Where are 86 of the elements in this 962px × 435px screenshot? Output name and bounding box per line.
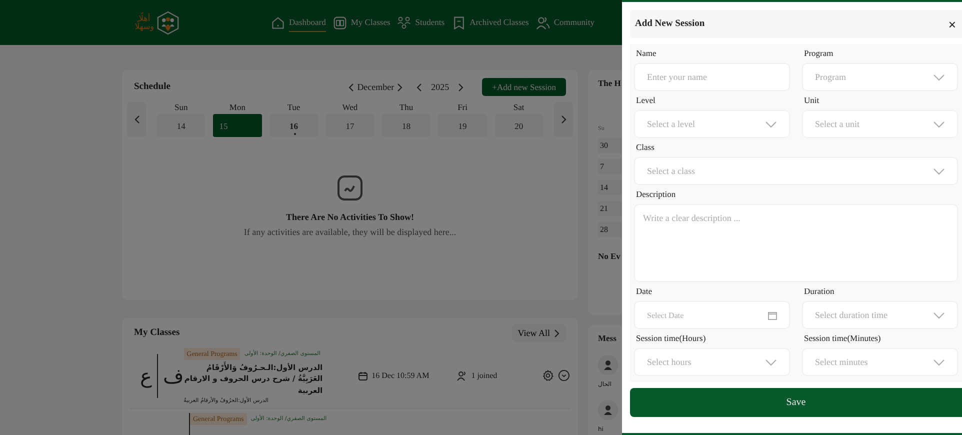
weekday-label: Sun <box>174 102 188 112</box>
expand-icon[interactable] <box>558 368 570 384</box>
chevron-right-icon[interactable] <box>397 82 404 92</box>
empty-state-text: If any activities are available, they will be displayed here... <box>244 227 456 237</box>
book-icon <box>332 16 347 30</box>
dropdown-field[interactable]: Select hours <box>634 348 790 376</box>
nav-tab[interactable]: Students <box>397 13 445 32</box>
settings-icon[interactable] <box>542 368 554 384</box>
chevron-down-icon <box>765 120 777 128</box>
nav-tab[interactable]: My Classes <box>332 13 390 32</box>
day-button[interactable]: 16 <box>270 114 318 137</box>
chevron-left-icon[interactable] <box>348 82 354 92</box>
joined-count: 1 joined <box>471 371 498 380</box>
day-button[interactable]: 19 <box>438 114 487 137</box>
chevron-right-icon <box>560 115 566 124</box>
class-letter: ع <box>140 364 152 388</box>
description-field[interactable]: Write a clear description ... <box>634 204 958 282</box>
people-icon <box>397 16 412 30</box>
users-icon <box>536 16 550 30</box>
chevron-right-icon <box>554 328 560 338</box>
field-label: Name <box>635 48 658 58</box>
logo-icon <box>157 10 180 34</box>
day-button[interactable]: 14 <box>157 114 206 137</box>
day-button[interactable]: 18 <box>382 114 430 137</box>
empty-state-title: There Are No Activities To Show! <box>286 212 414 222</box>
home-icon <box>271 16 286 30</box>
class-letter: ف <box>162 364 184 388</box>
field-label: Duration <box>803 286 836 296</box>
class-date: 16 Dec 10:59 AM <box>372 371 430 380</box>
weekday-label: Wed <box>342 102 358 112</box>
chevron-left-icon <box>134 115 140 124</box>
chevron-right-icon[interactable] <box>458 82 464 92</box>
weekday-label: Fri <box>458 102 468 112</box>
chevron-down-icon <box>933 168 945 174</box>
date-field[interactable]: Select Date <box>634 301 790 329</box>
avatar-icon <box>598 400 618 420</box>
weekday-label: Mon <box>229 102 246 112</box>
save-button[interactable]: Save <box>630 388 962 417</box>
text-field[interactable]: Enter your name <box>634 63 790 91</box>
users-icon <box>457 370 468 381</box>
chevron-down-icon <box>765 358 777 366</box>
drawer-title: Add New Session <box>635 19 705 29</box>
dropdown-field[interactable]: Program <box>802 63 958 91</box>
field-label: Session time(Hours) <box>635 333 707 343</box>
dropdown-field[interactable]: Select minutes <box>802 348 958 376</box>
nav-tab[interactable]: Community <box>536 13 594 32</box>
nav-tab[interactable]: Dashboard <box>271 13 326 32</box>
logo-text: أهلًا وسهلًا <box>135 14 154 30</box>
dropdown-field[interactable]: Select duration time <box>802 301 958 329</box>
chevron-down-icon <box>933 120 945 128</box>
calendar-icon <box>768 310 777 320</box>
field-label: Description <box>635 189 677 199</box>
chevron-down-icon <box>933 74 945 80</box>
dropdown-field[interactable]: Select a class <box>634 157 958 185</box>
chevron-left-icon[interactable] <box>416 82 422 92</box>
chevron-down-icon <box>933 312 945 318</box>
add-session-button[interactable]: +Add new Session <box>482 78 566 96</box>
view-all-button[interactable]: View All <box>512 324 566 342</box>
weekday-label: Thu <box>399 102 414 112</box>
day-button[interactable]: 15 <box>213 114 262 137</box>
card-title: Schedule <box>134 82 170 92</box>
year-label: 2025 <box>430 82 450 92</box>
day-button[interactable]: 20 <box>494 114 543 137</box>
bookmark-icon <box>452 16 466 30</box>
chart-icon <box>337 175 363 201</box>
weekday-label: Tue <box>287 102 300 112</box>
close-button[interactable]: × <box>946 16 958 32</box>
card-title: The H <box>598 78 621 88</box>
card-title: Mess <box>598 333 616 343</box>
card-title: My Classes <box>134 328 180 338</box>
field-label: Date <box>635 286 654 296</box>
chevron-down-icon <box>933 358 945 366</box>
field-label: Session time(Minutes) <box>803 333 882 343</box>
nav-tab[interactable]: Archived Classes <box>452 13 529 32</box>
day-button[interactable]: 17 <box>326 114 374 137</box>
field-label: Class <box>635 142 656 152</box>
calendar-icon <box>358 370 368 381</box>
no-events-text: No Ev <box>598 251 620 261</box>
field-label: Program <box>803 48 834 58</box>
avatar-icon <box>598 355 618 375</box>
field-label: Unit <box>803 95 820 105</box>
month-label: December <box>357 82 394 92</box>
field-label: Level <box>635 95 656 105</box>
dropdown-field[interactable]: Select a unit <box>802 110 958 138</box>
dropdown-field[interactable]: Select a level <box>634 110 790 138</box>
weekday-label: Sat <box>513 102 524 112</box>
